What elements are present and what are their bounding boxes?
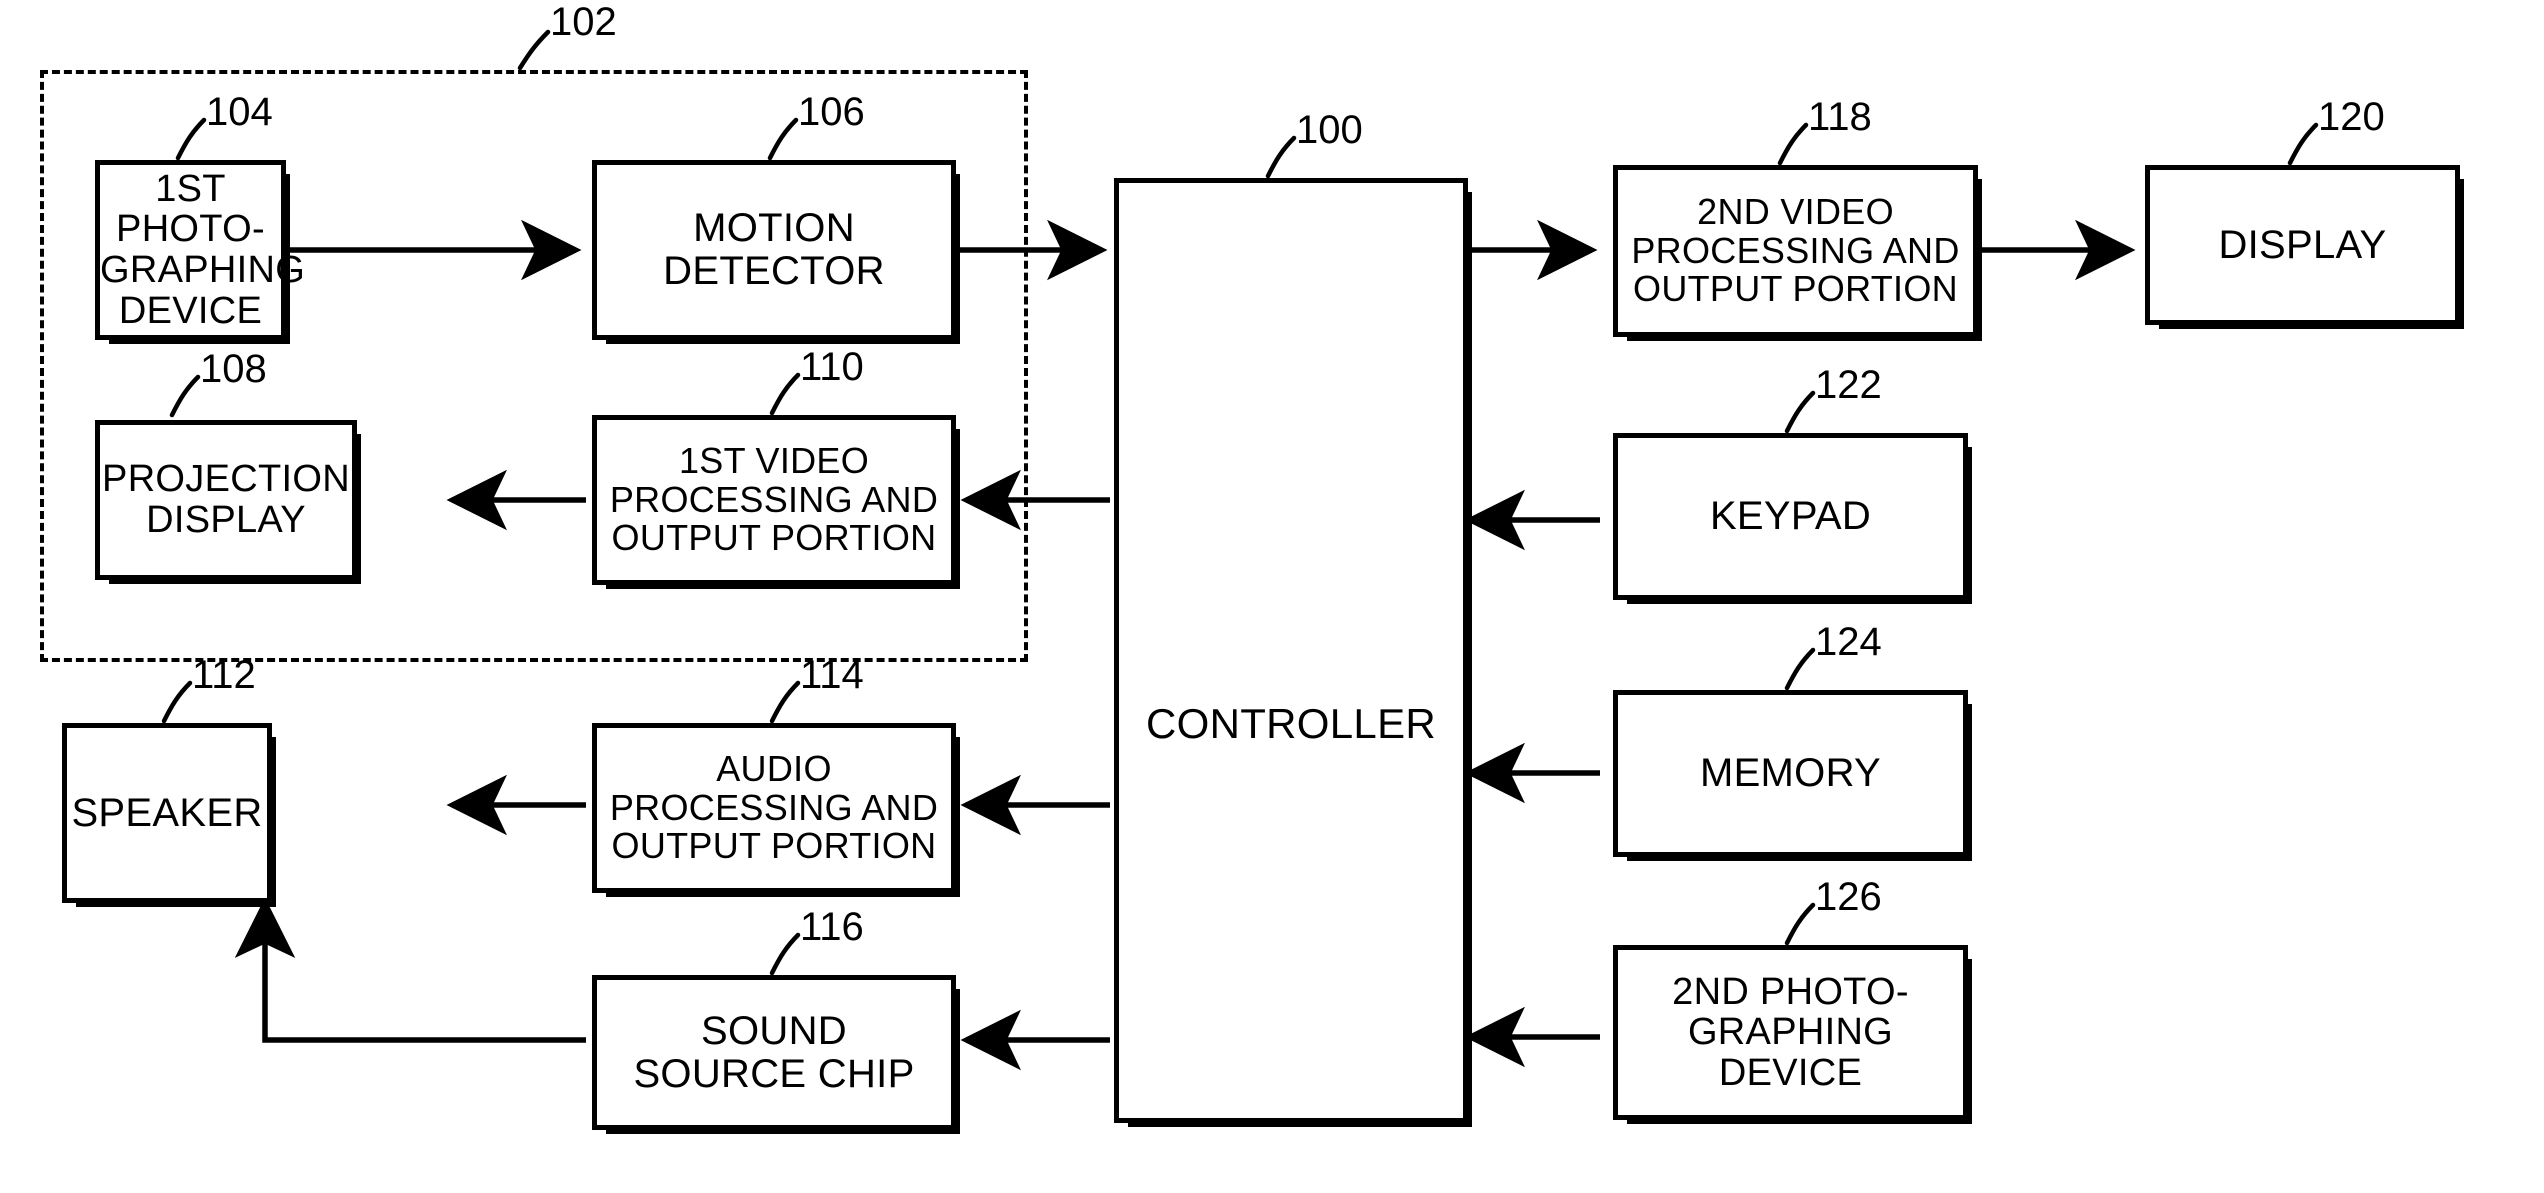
callout-106: 106 <box>798 90 865 134</box>
callout-104: 104 <box>206 90 273 134</box>
callout-118: 118 <box>1808 95 1872 139</box>
callout-120: 120 <box>2318 95 2385 139</box>
callout-126: 126 <box>1815 875 1882 919</box>
callout-112: 112 <box>192 653 256 697</box>
callout-100: 100 <box>1296 108 1363 152</box>
callout-110: 110 <box>800 345 864 389</box>
callout-116: 116 <box>800 905 864 949</box>
callout-124: 124 <box>1815 620 1882 664</box>
patent-figure: 1ST PHOTO- GRAPHING DEVICE MOTION DETECT… <box>0 0 2544 1193</box>
callout-122: 122 <box>1815 363 1882 407</box>
callout-102: 102 <box>550 0 617 44</box>
callout-114: 114 <box>800 653 864 697</box>
leader-lines <box>161 29 2319 976</box>
callout-108: 108 <box>200 347 267 391</box>
